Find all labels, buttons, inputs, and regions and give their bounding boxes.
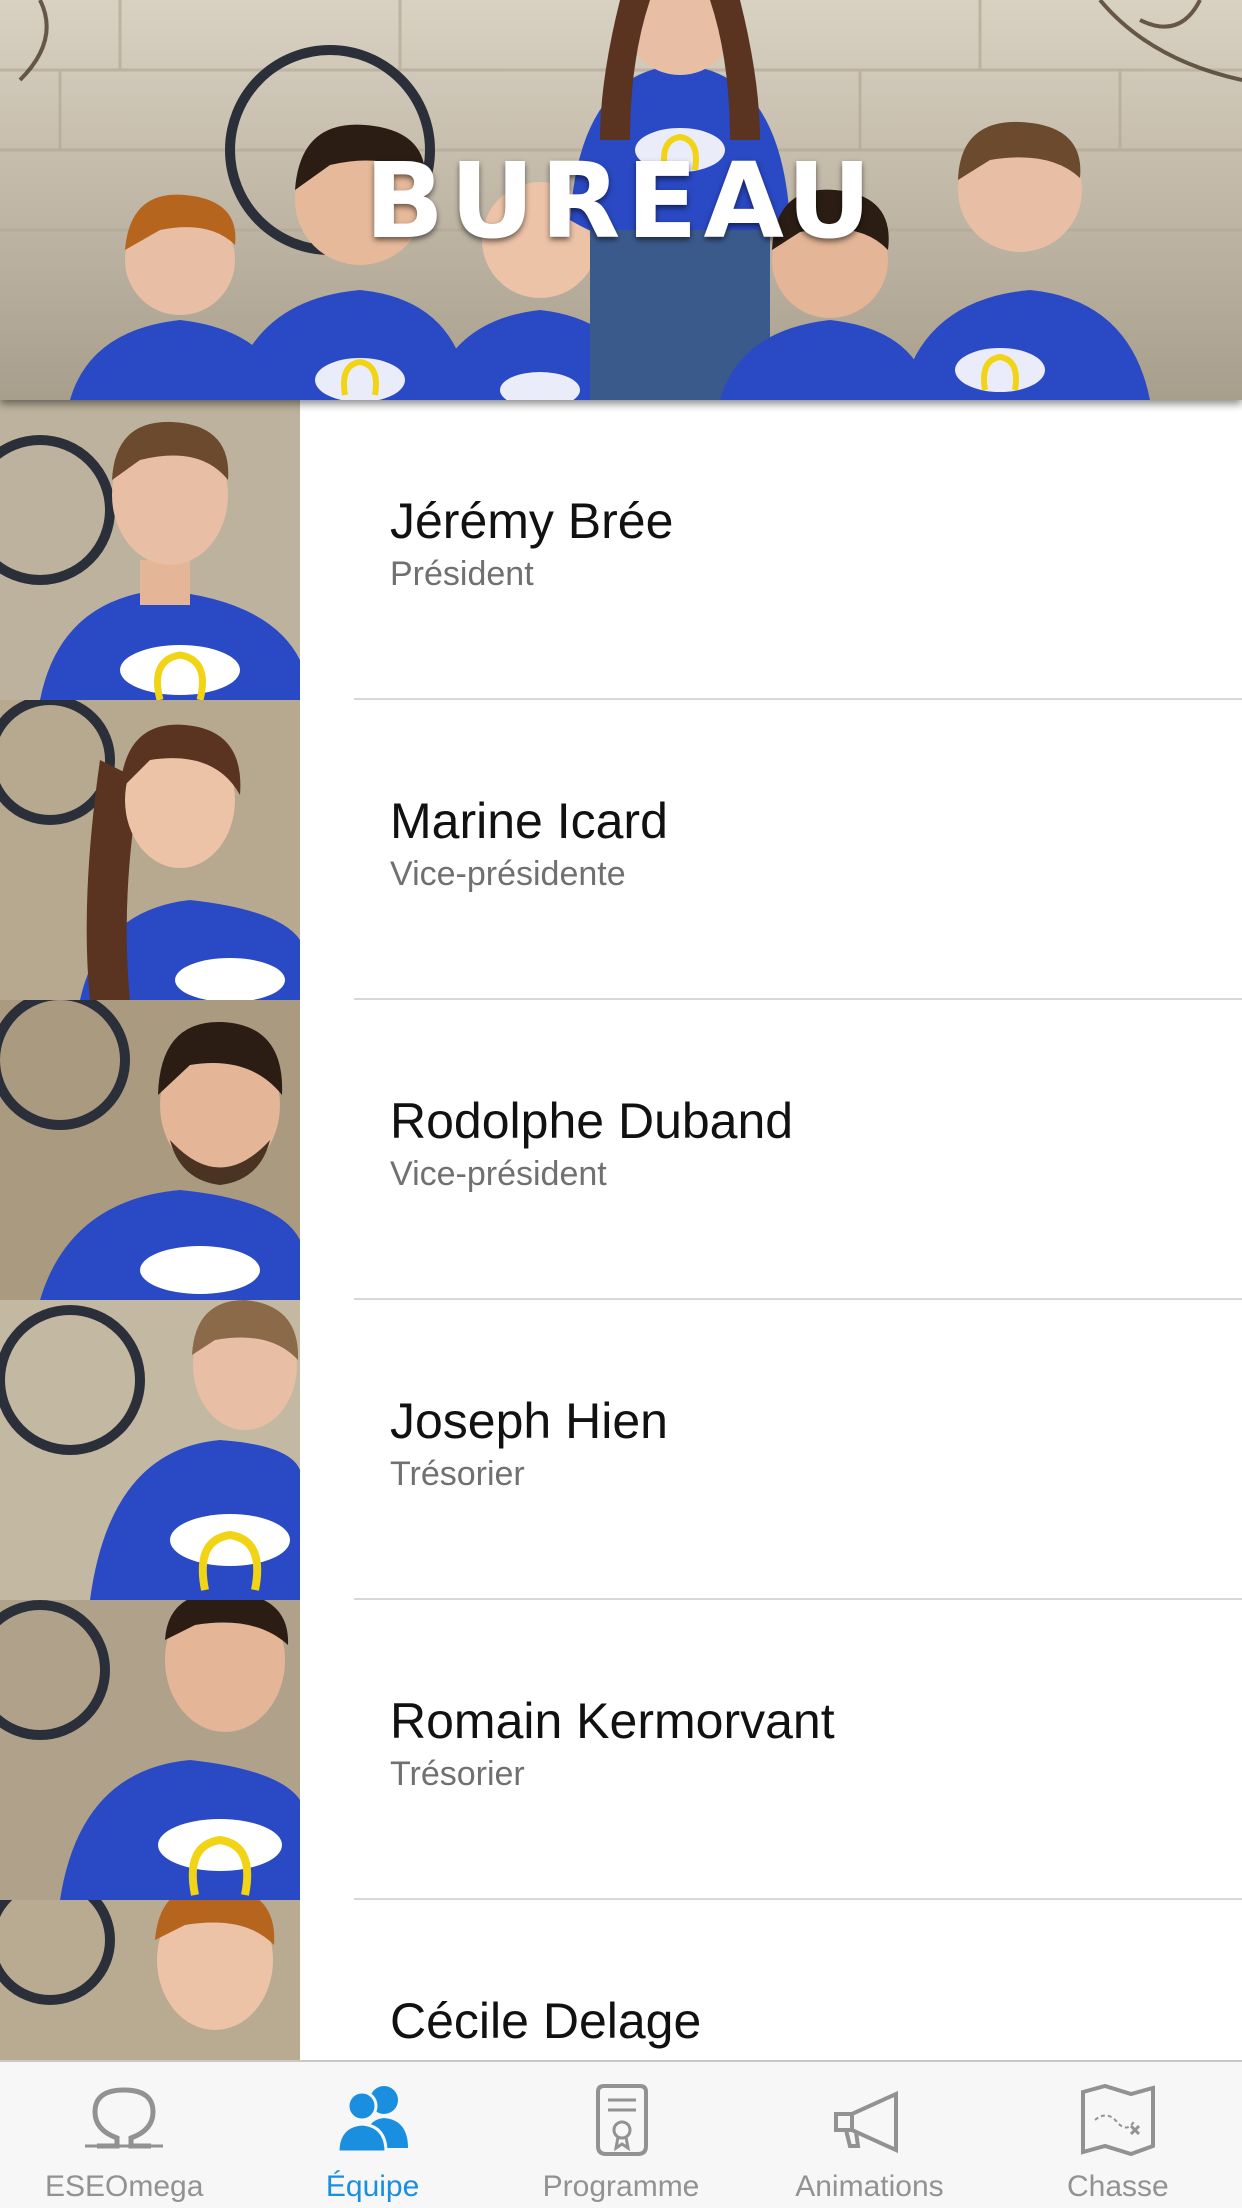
omega-icon [85,2087,164,2149]
member-role: Président [390,555,534,593]
member-photo [0,1000,300,1300]
tab-chasse[interactable]: Chasse [994,2062,1242,2208]
member-name: Marine Icard [390,793,668,849]
member-name: Rodolphe Duband [390,1093,794,1149]
list-item[interactable]: Cécile Delage [0,1900,1242,2060]
tab-bar: ESEOmega Équipe Programme Animations Cha… [0,2060,1242,2208]
list-item[interactable]: Romain Kermorvant Trésorier [0,1600,1242,1900]
member-role: Vice-présidente [390,855,626,893]
app-screen: BUREAU Jérémy Brée Président Marine Icar… [0,0,1242,2208]
list-item[interactable]: Joseph Hien Trésorier [0,1300,1242,1600]
tab-equipe[interactable]: Équipe [248,2062,496,2208]
list-item[interactable]: Rodolphe Duband Vice-président [0,1000,1242,1300]
scroll-icon [596,2084,649,2156]
member-name: Jérémy Brée [390,493,674,549]
team-icon [336,2086,408,2154]
member-role: Trésorier [390,1455,525,1493]
member-list[interactable]: Jérémy Brée Président Marine Icard Vice-… [0,400,1242,2060]
member-photo [0,1300,300,1600]
member-role: Vice-président [390,1155,607,1193]
member-name: Joseph Hien [390,1393,668,1449]
treasure-map-icon [1080,2083,1155,2157]
tab-label: Programme [542,2170,700,2203]
member-photo [0,700,300,1000]
member-photo [0,400,300,700]
member-role: Trésorier [390,1755,525,1793]
tab-label: ESEOmega [44,2170,204,2203]
list-item[interactable]: Marine Icard Vice-présidente [0,700,1242,1000]
list-item[interactable]: Jérémy Brée Président [0,400,1242,700]
member-name: Romain Kermorvant [390,1693,835,1749]
tab-eseomega[interactable]: ESEOmega [0,2062,248,2208]
tab-programme[interactable]: Programme [497,2062,745,2208]
megaphone-icon [834,2090,899,2154]
tab-label: Chasse [1066,2170,1169,2203]
tab-label: Équipe [325,2170,420,2203]
header-banner: BUREAU [0,0,1242,400]
page-title: BUREAU [364,140,878,262]
member-photo [0,1600,300,1900]
tab-label: Animations [795,2170,944,2203]
member-photo [0,1900,300,2060]
member-name: Cécile Delage [390,1993,702,2049]
tab-animations[interactable]: Animations [745,2062,993,2208]
